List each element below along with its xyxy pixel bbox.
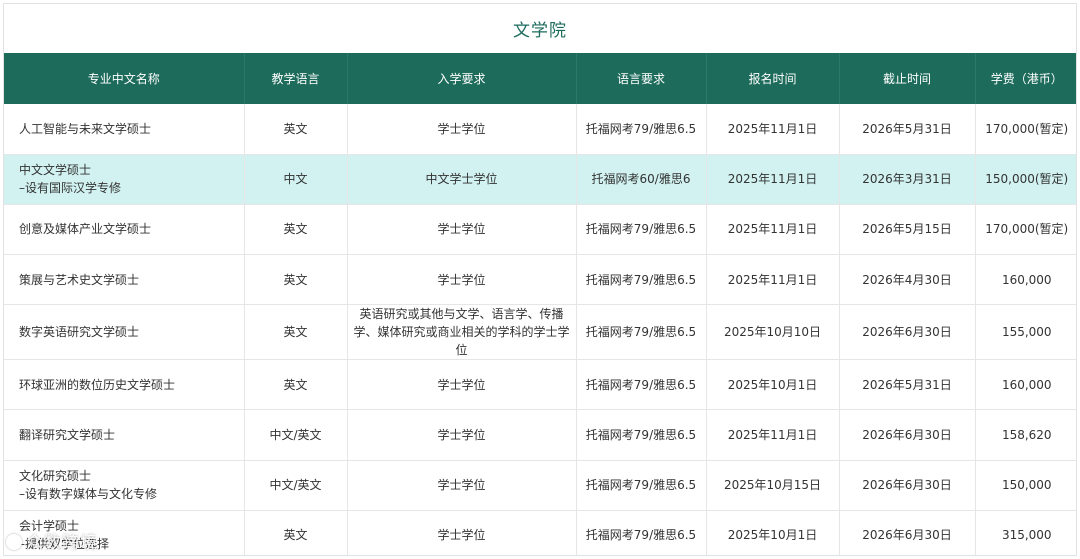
col-header-open: 报名时间	[706, 53, 840, 104]
cell-deadline: 2026年4月30日	[839, 254, 976, 306]
program-name-text: 文化研究硕士	[19, 469, 92, 484]
cell-application-open: 2025年11月1日	[706, 409, 840, 461]
cell-application-open: 2025年11月1日	[706, 154, 840, 205]
col-header-name: 专业中文名称	[4, 53, 245, 104]
cell-language-requirement: 托福网考79/雅思6.5	[576, 304, 707, 361]
table-row: 文化研究硕士 –设有数字媒体与文化专修 中文/英文 学士学位 托福网考79/雅思6.5 2…	[4, 460, 1076, 511]
cell-teaching-language: 英文	[244, 104, 348, 155]
cell-entry-requirement: 学士学位	[347, 254, 577, 306]
cell-tuition-fee: 170,000(暂定)	[975, 204, 1076, 256]
cell-teaching-language: 中文	[244, 154, 348, 205]
cell-application-open: 2025年11月1日	[706, 254, 840, 306]
program-name-text: 环球亚洲的数位历史文学硕士	[19, 377, 176, 392]
table-title: 文学院	[513, 21, 567, 41]
cell-program-name: 中文文学硕士 –设有国际汉学专修	[4, 154, 245, 205]
table-row: 策展与艺术史文学硕士 英文 学士学位 托福网考79/雅思6.5 2025年11月1日 20…	[4, 254, 1076, 306]
cell-deadline: 2026年6月30日	[839, 409, 976, 461]
cell-teaching-language: 英文	[244, 254, 348, 306]
col-header-language: 教学语言	[244, 53, 348, 104]
watermark-logo-icon	[6, 534, 22, 550]
cell-deadline: 2026年6月30日	[839, 304, 976, 361]
program-name-text: 翻译研究文学硕士	[19, 428, 116, 443]
cell-language-requirement: 托福网考79/雅思6.5	[576, 460, 707, 511]
program-table: 专业中文名称 教学语言 入学要求 语言要求 报名时间 截止时间 学费（港币） 人…	[4, 53, 1076, 555]
cell-program-name: 翻译研究文学硕士	[4, 409, 245, 461]
program-specialization-text: –设有国际汉学专修	[19, 181, 122, 196]
col-header-entry: 入学要求	[347, 53, 577, 104]
cell-program-name: 数字英语研究文学硕士	[4, 304, 245, 361]
cell-entry-requirement: 学士学位	[347, 460, 577, 511]
cell-entry-requirement: 学士学位	[347, 359, 577, 411]
cell-language-requirement: 托福网考79/雅思6.5	[576, 359, 707, 411]
program-name-text: 数字英语研究文学硕士	[19, 325, 140, 340]
cell-application-open: 2025年10月10日	[706, 304, 840, 361]
cell-teaching-language: 中文/英文	[244, 460, 348, 511]
cell-entry-requirement: 学士学位	[347, 510, 577, 555]
cell-teaching-language: 英文	[244, 304, 348, 361]
cell-program-name: 文化研究硕士 –设有数字媒体与文化专修	[4, 460, 245, 511]
table-row: 数字英语研究文学硕士 英文 英语研究或其他与文学、语言学、传播学、媒体研究或商业相关…	[4, 304, 1076, 361]
cell-application-open: 2025年11月1日	[706, 204, 840, 256]
page: 文学院 专业中文名称 教学语言 入学要求 语言要求 报名时间 截止时间 学费（港…	[0, 0, 1080, 559]
cell-language-requirement: 托福网考79/雅思6.5	[576, 104, 707, 155]
cell-entry-requirement: 学士学位	[347, 204, 577, 256]
cell-tuition-fee: 170,000(暂定)	[975, 104, 1076, 155]
table-row: 中文文学硕士 –设有国际汉学专修 中文 中文学士学位 托福网考60/雅思6 2025年11…	[4, 154, 1076, 205]
cell-program-name: 环球亚洲的数位历史文学硕士	[4, 359, 245, 411]
cell-program-name: 策展与艺术史文学硕士	[4, 254, 245, 306]
cell-deadline: 2026年5月31日	[839, 359, 976, 411]
table-row: 翻译研究文学硕士 中文/英文 学士学位 托福网考79/雅思6.5 2025年11月1日 2…	[4, 409, 1076, 461]
cell-tuition-fee: 160,000	[975, 254, 1076, 306]
cell-teaching-language: 英文	[244, 204, 348, 256]
cell-application-open: 2025年10月1日	[706, 510, 840, 555]
table-row: 人工智能与未来文学硕士 英文 学士学位 托福网考79/雅思6.5 2025年11月1日 2…	[4, 104, 1076, 155]
program-name-text: 中文文学硕士	[19, 163, 92, 178]
cell-language-requirement: 托福网考79/雅思6.5	[576, 254, 707, 306]
cell-tuition-fee: 315,000	[975, 510, 1076, 555]
cell-tuition-fee: 155,000	[975, 304, 1076, 361]
table-header-row: 专业中文名称 教学语言 入学要求 语言要求 报名时间 截止时间 学费（港币）	[4, 53, 1076, 104]
cell-language-requirement: 托福网考79/雅思6.5	[576, 409, 707, 461]
program-name-text: 策展与艺术史文学硕士	[19, 272, 140, 287]
cell-entry-requirement: 学士学位	[347, 104, 577, 155]
cell-application-open: 2025年11月1日	[706, 104, 840, 155]
cell-application-open: 2025年10月1日	[706, 359, 840, 411]
cell-tuition-fee: 160,000	[975, 359, 1076, 411]
cell-program-name: 人工智能与未来文学硕士	[4, 104, 245, 155]
table-row: 会计学硕士 –提供双学位选择 英文 学士学位 托福网考79/雅思6.5 2025年10月1…	[4, 510, 1076, 555]
program-specialization-text: –设有数字媒体与文化专修	[19, 487, 158, 502]
cell-program-name: 创意及媒体产业文学硕士	[4, 204, 245, 256]
cell-deadline: 2026年3月31日	[839, 154, 976, 205]
cell-language-requirement: 托福网考79/雅思6.5	[576, 510, 707, 555]
table-row: 创意及媒体产业文学硕士 英文 学士学位 托福网考79/雅思6.5 2025年11月1日 2…	[4, 204, 1076, 256]
watermark-text: 众数跨境	[26, 533, 98, 553]
program-name-text: 创意及媒体产业文学硕士	[19, 222, 152, 237]
cell-deadline: 2026年5月15日	[839, 204, 976, 256]
cell-language-requirement: 托福网考60/雅思6	[576, 154, 707, 205]
cell-deadline: 2026年5月31日	[839, 104, 976, 155]
cell-language-requirement: 托福网考79/雅思6.5	[576, 204, 707, 256]
cell-teaching-language: 英文	[244, 359, 348, 411]
col-header-deadline: 截止时间	[839, 53, 976, 104]
cell-deadline: 2026年6月30日	[839, 510, 976, 555]
table-row: 环球亚洲的数位历史文学硕士 英文 学士学位 托福网考79/雅思6.5 2025年10月1…	[4, 359, 1076, 411]
cell-entry-requirement: 英语研究或其他与文学、语言学、传播学、媒体研究或商业相关的学科的学士学位	[347, 304, 577, 361]
cell-entry-requirement: 中文学士学位	[347, 154, 577, 205]
cell-tuition-fee: 158,620	[975, 409, 1076, 461]
col-header-fee: 学费（港币）	[990, 72, 1063, 86]
cell-entry-requirement: 学士学位	[347, 409, 577, 461]
col-header-lang-req: 语言要求	[576, 53, 707, 104]
program-table-container: 文学院 专业中文名称 教学语言 入学要求 语言要求 报名时间 截止时间 学费（港…	[3, 3, 1077, 556]
watermark: 众数跨境	[6, 528, 98, 553]
cell-deadline: 2026年6月30日	[839, 460, 976, 511]
cell-teaching-language: 中文/英文	[244, 409, 348, 461]
cell-tuition-fee: 150,000	[975, 460, 1076, 511]
cell-teaching-language: 英文	[244, 510, 348, 555]
program-name-text: 人工智能与未来文学硕士	[19, 121, 152, 136]
cell-tuition-fee: 150,000(暂定)	[975, 154, 1076, 205]
cell-application-open: 2025年10月15日	[706, 460, 840, 511]
